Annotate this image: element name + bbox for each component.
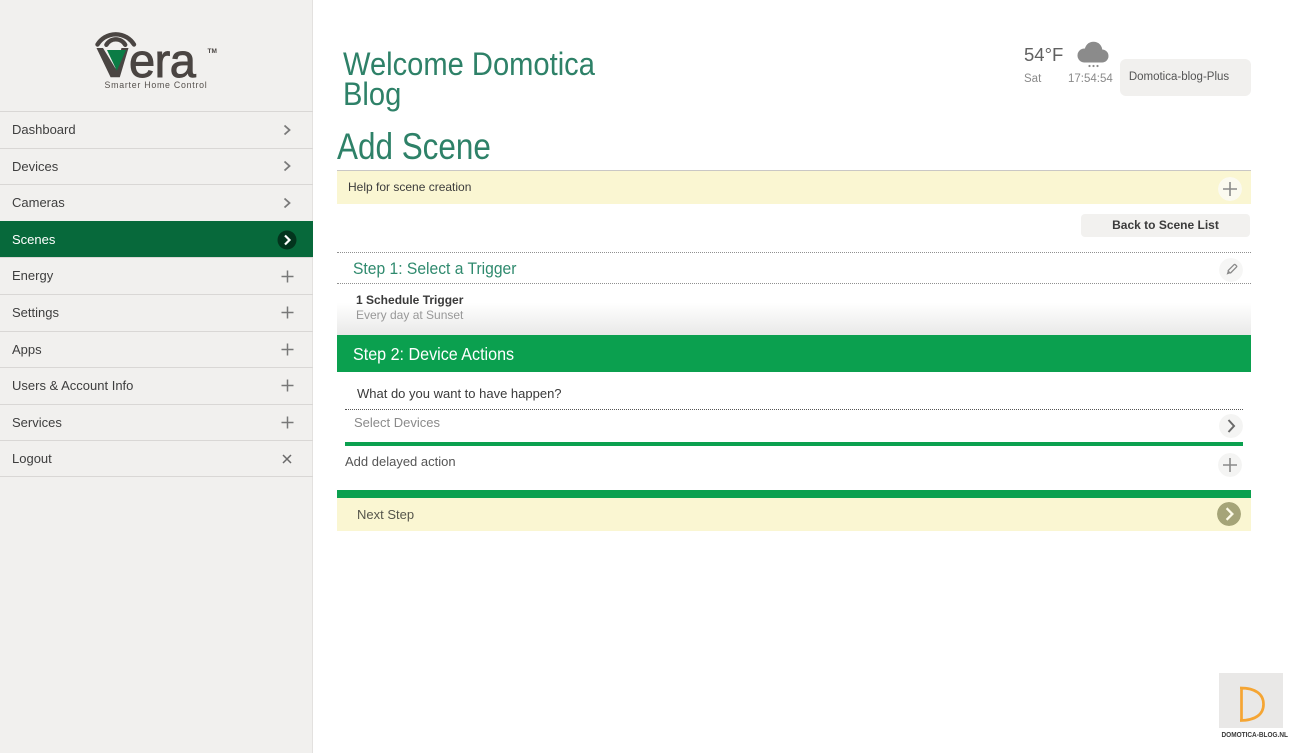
- svg-text:TM: TM: [208, 48, 217, 55]
- svg-text:Smarter Home Control: Smarter Home Control: [105, 80, 208, 90]
